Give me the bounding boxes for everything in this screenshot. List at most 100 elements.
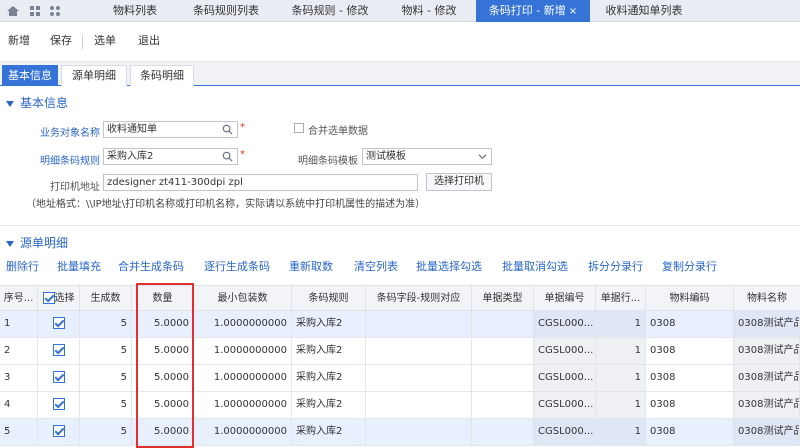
- row-checkbox[interactable]: [52, 317, 65, 329]
- row-generate-barcode-button[interactable]: 逐行生成条码: [204, 258, 270, 274]
- row-checkbox[interactable]: [52, 425, 65, 437]
- cell-seq[interactable]: 3: [0, 365, 38, 391]
- table-row[interactable]: 3 5 5.0000 1.0000000000 采购入库2 CGSL000... 1 0308…: [0, 365, 800, 392]
- tab-barcode-print-new[interactable]: 条码打印 - 新增 ×: [476, 0, 590, 22]
- cell-min-pack[interactable]: 1.0000000000: [194, 392, 292, 418]
- cell-select[interactable]: [38, 311, 80, 337]
- cell-field-rule-map[interactable]: [366, 311, 472, 337]
- apps-grid-icon[interactable]: [28, 4, 42, 18]
- cell-doc-line[interactable]: 1: [596, 365, 646, 391]
- cell-doc-type[interactable]: [472, 311, 534, 337]
- col-material-name[interactable]: 物料名称: [734, 286, 800, 311]
- select-printer-button[interactable]: 选择打印机: [426, 173, 492, 191]
- cell-barcode-rule[interactable]: 采购入库2: [292, 392, 366, 418]
- save-button[interactable]: 保存: [50, 22, 72, 62]
- cell-barcode-rule[interactable]: 采购入库2: [292, 338, 366, 364]
- tab-material-edit[interactable]: 物料 - 修改: [384, 0, 474, 22]
- cell-doc-number[interactable]: CGSL000...: [534, 392, 596, 418]
- table-row[interactable]: 5 5 5.0000 1.0000000000 采购入库2 CGSL000... 1 0308…: [0, 419, 800, 446]
- close-icon[interactable]: ×: [569, 6, 577, 17]
- cell-field-rule-map[interactable]: [366, 365, 472, 391]
- cell-doc-number[interactable]: CGSL000...: [534, 419, 596, 445]
- col-seq[interactable]: 序号...: [0, 286, 38, 311]
- merge-checkbox[interactable]: [294, 123, 304, 133]
- refetch-button[interactable]: 重新取数: [289, 258, 333, 274]
- cell-doc-line[interactable]: 1: [596, 311, 646, 337]
- tab-barcode-rule-list[interactable]: 条码规则列表: [176, 0, 276, 22]
- batch-check-button[interactable]: 批量选择勾选: [416, 258, 482, 274]
- cell-doc-type[interactable]: [472, 392, 534, 418]
- cell-seq[interactable]: 1: [0, 311, 38, 337]
- cell-material-name[interactable]: 0308测试产品: [734, 338, 800, 364]
- cell-doc-type[interactable]: [472, 365, 534, 391]
- tab-material-list[interactable]: 物料列表: [96, 0, 174, 22]
- cell-select[interactable]: [38, 419, 80, 445]
- cell-seq[interactable]: 4: [0, 392, 38, 418]
- cell-barcode-rule[interactable]: 采购入库2: [292, 419, 366, 445]
- merge-generate-barcode-button[interactable]: 合并生成条码: [118, 258, 184, 274]
- col-field-rule-map[interactable]: 条码字段-规则对应: [366, 286, 472, 311]
- cell-doc-number[interactable]: CGSL000...: [534, 338, 596, 364]
- cell-quantity[interactable]: 5.0000: [132, 392, 194, 418]
- cell-doc-number[interactable]: CGSL000...: [534, 365, 596, 391]
- subtab-source-detail[interactable]: 源单明细: [61, 65, 127, 86]
- cell-doc-number[interactable]: CGSL000...: [534, 311, 596, 337]
- cell-select[interactable]: [38, 392, 80, 418]
- cell-field-rule-map[interactable]: [366, 338, 472, 364]
- detail-template-select[interactable]: 测试模板: [362, 148, 492, 165]
- clear-list-button[interactable]: 清空列表: [354, 258, 398, 274]
- search-icon[interactable]: [222, 124, 233, 135]
- cell-quantity[interactable]: 5.0000: [132, 419, 194, 445]
- menu-grid-icon[interactable]: [48, 4, 62, 18]
- cell-quantity[interactable]: 5.0000: [132, 365, 194, 391]
- row-checkbox[interactable]: [52, 371, 65, 383]
- home-icon[interactable]: [6, 4, 20, 18]
- cell-material-name[interactable]: 0308测试产品: [734, 419, 800, 445]
- detail-rule-input[interactable]: 采购入库2: [103, 148, 238, 165]
- col-material-code[interactable]: 物料编码: [646, 286, 734, 311]
- select-all-checkbox[interactable]: [42, 292, 55, 304]
- cell-barcode-rule[interactable]: 采购入库2: [292, 365, 366, 391]
- cell-barcode-rule[interactable]: 采购入库2: [292, 311, 366, 337]
- tab-receiving-notice-list[interactable]: 收料通知单列表: [592, 0, 696, 22]
- exit-button[interactable]: 退出: [138, 22, 160, 62]
- cell-doc-line[interactable]: 1: [596, 338, 646, 364]
- cell-material-name[interactable]: 0308测试产品: [734, 311, 800, 337]
- subtab-barcode-detail[interactable]: 条码明细: [130, 65, 194, 86]
- cell-material-code[interactable]: 0308: [646, 392, 734, 418]
- cell-doc-line[interactable]: 1: [596, 419, 646, 445]
- cell-select[interactable]: [38, 365, 80, 391]
- cell-min-pack[interactable]: 1.0000000000: [194, 365, 292, 391]
- cell-material-code[interactable]: 0308: [646, 419, 734, 445]
- section-basic-info[interactable]: 基本信息: [6, 94, 68, 111]
- cell-seq[interactable]: 2: [0, 338, 38, 364]
- col-gen-count[interactable]: 生成数: [80, 286, 132, 311]
- cell-field-rule-map[interactable]: [366, 419, 472, 445]
- cell-material-name[interactable]: 0308测试产品: [734, 365, 800, 391]
- cell-material-name[interactable]: 0308测试产品: [734, 392, 800, 418]
- table-row[interactable]: 2 5 5.0000 1.0000000000 采购入库2 CGSL000... 1 0308…: [0, 338, 800, 365]
- cell-min-pack[interactable]: 1.0000000000: [194, 419, 292, 445]
- row-checkbox[interactable]: [52, 344, 65, 356]
- cell-quantity[interactable]: 5.0000: [132, 338, 194, 364]
- tab-barcode-rule-edit[interactable]: 条码规则 - 修改: [278, 0, 382, 22]
- col-select[interactable]: 选择: [38, 286, 80, 311]
- cell-gen-count[interactable]: 5: [80, 338, 132, 364]
- printer-input[interactable]: zdesigner zt411-300dpi zpl: [103, 174, 418, 191]
- batch-fill-button[interactable]: 批量填充: [57, 258, 101, 274]
- cell-material-code[interactable]: 0308: [646, 311, 734, 337]
- cell-material-code[interactable]: 0308: [646, 338, 734, 364]
- col-quantity[interactable]: 数量: [132, 286, 194, 311]
- cell-gen-count[interactable]: 5: [80, 392, 132, 418]
- table-row[interactable]: 1 5 5.0000 1.0000000000 采购入库2 CGSL000... 1 0308…: [0, 311, 800, 338]
- subtab-basic-info[interactable]: 基本信息: [2, 65, 58, 86]
- section-source-detail[interactable]: 源单明细: [6, 234, 68, 251]
- col-min-pack[interactable]: 最小包装数: [194, 286, 292, 311]
- cell-gen-count[interactable]: 5: [80, 419, 132, 445]
- cell-gen-count[interactable]: 5: [80, 311, 132, 337]
- batch-uncheck-button[interactable]: 批量取消勾选: [502, 258, 568, 274]
- business-object-input[interactable]: 收料通知单: [103, 121, 238, 138]
- row-checkbox[interactable]: [52, 398, 65, 410]
- copy-entry-button[interactable]: 复制分录行: [662, 258, 717, 274]
- cell-select[interactable]: [38, 338, 80, 364]
